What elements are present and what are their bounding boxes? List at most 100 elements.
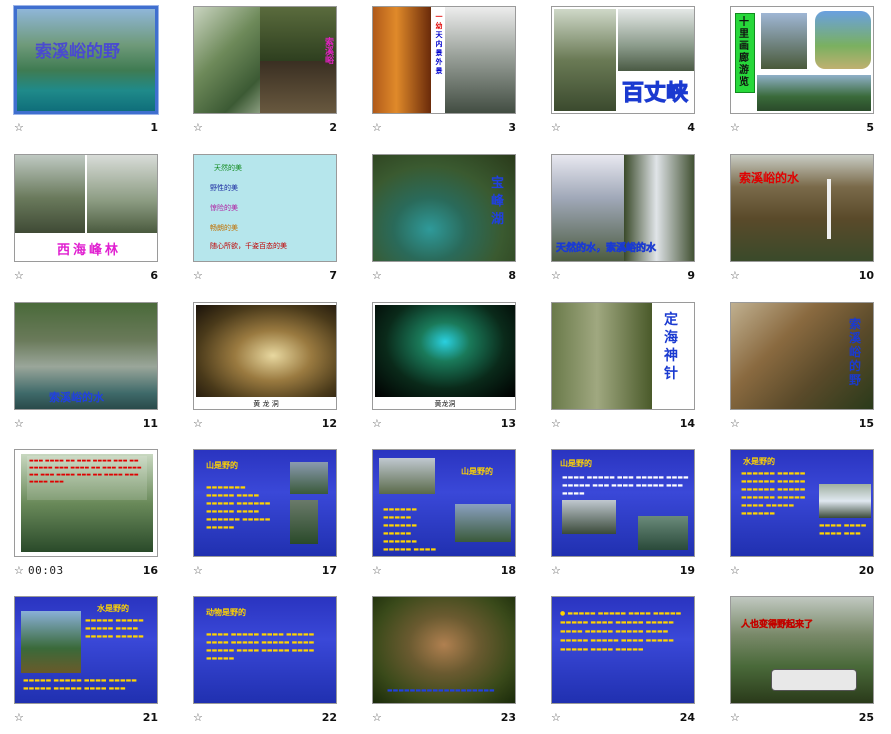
slide-title: 十里画廊游览 xyxy=(739,17,749,88)
slide-list-item: 随心所欲，千姿百态的美 xyxy=(210,242,287,250)
slide-title: 水是野的 xyxy=(97,604,129,613)
slide-number: 14 xyxy=(679,417,695,430)
slide-preview: 水是野的 ▬▬▬▬▬▬ ▬▬▬▬▬ ▬▬▬▬▬▬ ▬▬▬▬▬ ▬▬▬▬▬▬ ▬▬… xyxy=(730,449,874,557)
slide-thumbnail-9[interactable]: 天然的水，索溪峪的水 ☆ 9 xyxy=(551,154,709,285)
slide-thumbnail-11[interactable]: 索溪峪的水 ☆ 11 xyxy=(14,302,172,433)
transition-star-icon[interactable]: ☆ xyxy=(372,270,382,282)
slide-thumbnail-4[interactable]: 百丈峡 ☆ 4 xyxy=(551,6,709,137)
slide-number: 15 xyxy=(858,417,874,430)
slide-thumbnail-13[interactable]: 黄龙洞 ☆ 13 xyxy=(372,302,530,433)
slide-thumbnail-25[interactable]: 人也变得野起来了 ☆ 25 xyxy=(730,596,888,727)
slide-title: 索溪峪 xyxy=(323,37,333,64)
transition-star-icon[interactable]: ☆ xyxy=(193,418,203,430)
transition-star-icon[interactable]: ☆ xyxy=(372,712,382,724)
transition-star-icon[interactable]: ☆ xyxy=(372,122,382,134)
slide-number: 10 xyxy=(858,269,874,282)
slide-title: 山是野的 xyxy=(461,467,493,476)
slide-thumbnail-6[interactable]: 西海峰林 ☆ 6 xyxy=(14,154,172,285)
slide-thumbnail-15[interactable]: 索溪峪的野 ☆ 15 xyxy=(730,302,888,433)
transition-star-icon[interactable]: ☆ xyxy=(14,712,24,724)
transition-star-icon[interactable]: ☆ xyxy=(730,565,740,577)
slide-timing: 00:03 xyxy=(28,564,64,577)
transition-star-icon[interactable]: ☆ xyxy=(551,565,561,577)
slide-preview: 索溪峪的水 xyxy=(14,302,158,410)
slide-title: 索溪峪的野 xyxy=(35,42,120,62)
slide-number: 4 xyxy=(687,121,695,134)
slide-number: 5 xyxy=(866,121,874,134)
slide-preview: 索溪峪的野 xyxy=(13,5,159,115)
slide-number: 2 xyxy=(329,121,337,134)
slide-preview: 人也变得野起来了 xyxy=(730,596,874,704)
slide-title: 天然的水，索溪峪的水 xyxy=(556,243,657,255)
slide-thumbnail-12[interactable]: 黄 龙 洞 ☆ 12 xyxy=(193,302,351,433)
slide-number: 22 xyxy=(321,711,337,724)
transition-star-icon[interactable]: ☆ xyxy=(372,565,382,577)
transition-star-icon[interactable]: ☆ xyxy=(551,270,561,282)
transition-star-icon[interactable]: ☆ xyxy=(730,712,740,724)
slide-title: 山是野的 xyxy=(560,459,592,468)
slide-thumbnail-3[interactable]: 一 幼 天 内 景 外 景 ☆ 3 xyxy=(372,6,530,137)
slide-thumbnail-18[interactable]: 山是野的 ▬▬▬▬▬▬ ▬▬▬▬▬ ▬▬▬▬▬▬ ▬▬▬▬▬ ▬▬▬▬▬▬ ▬▬… xyxy=(372,449,530,580)
transition-star-icon[interactable]: ☆ xyxy=(14,418,24,430)
slide-thumbnail-10[interactable]: 索溪峪的水 ☆ 10 xyxy=(730,154,888,285)
slide-number: 25 xyxy=(858,711,874,724)
slide-preview: 天然的水，索溪峪的水 xyxy=(551,154,695,262)
transition-star-icon[interactable]: ☆ xyxy=(193,122,203,134)
transition-star-icon[interactable]: ☆ xyxy=(14,270,24,282)
slide-number: 8 xyxy=(508,269,516,282)
slide-thumbnail-8[interactable]: 宝峰湖 ☆ 8 xyxy=(372,154,530,285)
slide-preview: 天然的美 野性的美 惊险的美 畅朗的美 随心所欲，千姿百态的美 xyxy=(193,154,337,262)
slide-number: 24 xyxy=(679,711,695,724)
slide-number: 19 xyxy=(679,564,695,577)
slide-thumbnail-16[interactable]: ▬▬▬ ▬▬▬▬ ▬▬ ▬▬▬ ▬▬▬▬ ▬▬▬ ▬▬ ▬▬▬▬▬ ▬▬▬ ▬▬… xyxy=(14,449,172,580)
slide-title: 人也变得野起来了 xyxy=(741,620,814,630)
slide-preview: 山是野的 ▬▬▬▬▬▬ ▬▬▬▬▬ ▬▬▬▬▬▬ ▬▬▬▬▬ ▬▬▬▬▬▬ ▬▬… xyxy=(372,449,516,557)
slide-number: 1 xyxy=(150,121,158,134)
slide-thumbnail-2[interactable]: 索溪峪 ☆ 2 xyxy=(193,6,351,137)
transition-star-icon[interactable]: ☆ xyxy=(730,122,740,134)
transition-star-icon[interactable]: ☆ xyxy=(730,418,740,430)
slide-thumbnail-21[interactable]: 水是野的 ▬▬▬▬▬ ▬▬▬▬▬ ▬▬▬▬▬ ▬▬▬▬ ▬▬▬▬▬ ▬▬▬▬▬ … xyxy=(14,596,172,727)
transition-star-icon[interactable]: ☆ xyxy=(14,122,24,134)
slide-title: 动物是野的 xyxy=(206,608,246,617)
slide-thumbnail-20[interactable]: 水是野的 ▬▬▬▬▬▬ ▬▬▬▬▬ ▬▬▬▬▬▬ ▬▬▬▬▬ ▬▬▬▬▬▬ ▬▬… xyxy=(730,449,888,580)
slide-preview: 西海峰林 xyxy=(14,154,158,262)
slide-title: 水是野的 xyxy=(743,457,775,466)
slide-number: 16 xyxy=(142,564,158,577)
slide-caption: 黄 龙 洞 xyxy=(253,400,279,408)
transition-star-icon[interactable]: ☆ xyxy=(193,565,203,577)
slide-preview: ● ▬▬▬▬▬ ▬▬▬▬▬ ▬▬▬▬ ▬▬▬▬▬ ▬▬▬▬▬ ▬▬▬▬ ▬▬▬▬… xyxy=(551,596,695,704)
transition-star-icon[interactable]: ☆ xyxy=(551,122,561,134)
transition-star-icon[interactable]: ☆ xyxy=(372,418,382,430)
transition-star-icon[interactable]: ☆ xyxy=(193,270,203,282)
slide-preview: 宝峰湖 xyxy=(372,154,516,262)
slide-thumbnail-23[interactable]: ▬▬▬▬▬▬▬▬▬▬▬▬▬▬▬▬▬▬▬ ☆ 23 xyxy=(372,596,530,727)
slide-number: 7 xyxy=(329,269,337,282)
slide-thumbnail-1[interactable]: 索溪峪的野 ☆ 1 xyxy=(13,5,172,137)
slide-preview: 水是野的 ▬▬▬▬▬ ▬▬▬▬▬ ▬▬▬▬▬ ▬▬▬▬ ▬▬▬▬▬ ▬▬▬▬▬ … xyxy=(14,596,158,704)
transition-star-icon[interactable]: ☆ xyxy=(14,565,24,577)
slide-thumbnail-17[interactable]: 山是野的 ▬▬▬▬▬▬▬ ▬▬▬▬▬ ▬▬▬▬ ▬▬▬▬▬ ▬▬▬▬▬▬ ▬▬▬… xyxy=(193,449,351,580)
transition-star-icon[interactable]: ☆ xyxy=(551,712,561,724)
slide-preview: ▬▬▬▬▬▬▬▬▬▬▬▬▬▬▬▬▬▬▬ xyxy=(372,596,516,704)
slide-preview: 山是野的 ▬▬▬▬▬▬▬ ▬▬▬▬▬ ▬▬▬▬ ▬▬▬▬▬ ▬▬▬▬▬▬ ▬▬▬… xyxy=(193,449,337,557)
slide-number: 13 xyxy=(500,417,516,430)
transition-star-icon[interactable]: ☆ xyxy=(193,712,203,724)
slide-thumbnail-5[interactable]: 十里画廊游览 ☆ 5 xyxy=(730,6,888,137)
transition-star-icon[interactable]: ☆ xyxy=(551,418,561,430)
transition-star-icon[interactable]: ☆ xyxy=(730,270,740,282)
slide-number: 9 xyxy=(687,269,695,282)
slide-thumbnail-19[interactable]: 山是野的 ▬▬▬▬ ▬▬▬▬▬ ▬▬▬ ▬▬▬▬▬ ▬▬▬▬ ▬▬▬▬▬ ▬▬▬… xyxy=(551,449,709,580)
slide-title: 百丈峡 xyxy=(621,81,689,107)
slide-list-item: 畅朗的美 xyxy=(210,224,238,232)
slide-preview: 定海神针 xyxy=(551,302,695,410)
slide-number: 21 xyxy=(142,711,158,724)
slide-thumbnail-14[interactable]: 定海神针 ☆ 14 xyxy=(551,302,709,433)
slide-thumbnail-7[interactable]: 天然的美 野性的美 惊险的美 畅朗的美 随心所欲，千姿百态的美 ☆ 7 xyxy=(193,154,351,285)
slide-thumbnail-22[interactable]: 动物是野的 ▬▬▬▬ ▬▬▬▬▬ ▬▬▬▬ ▬▬▬▬▬ ▬▬▬▬ ▬▬▬▬▬ ▬… xyxy=(193,596,351,727)
slide-number: 18 xyxy=(500,564,516,577)
slide-thumbnail-24[interactable]: ● ▬▬▬▬▬ ▬▬▬▬▬ ▬▬▬▬ ▬▬▬▬▬ ▬▬▬▬▬ ▬▬▬▬ ▬▬▬▬… xyxy=(551,596,709,727)
slide-preview: 一 幼 天 内 景 外 景 xyxy=(372,6,516,114)
slide-number: 12 xyxy=(321,417,337,430)
slide-preview: 动物是野的 ▬▬▬▬ ▬▬▬▬▬ ▬▬▬▬ ▬▬▬▬▬ ▬▬▬▬ ▬▬▬▬▬ ▬… xyxy=(193,596,337,704)
